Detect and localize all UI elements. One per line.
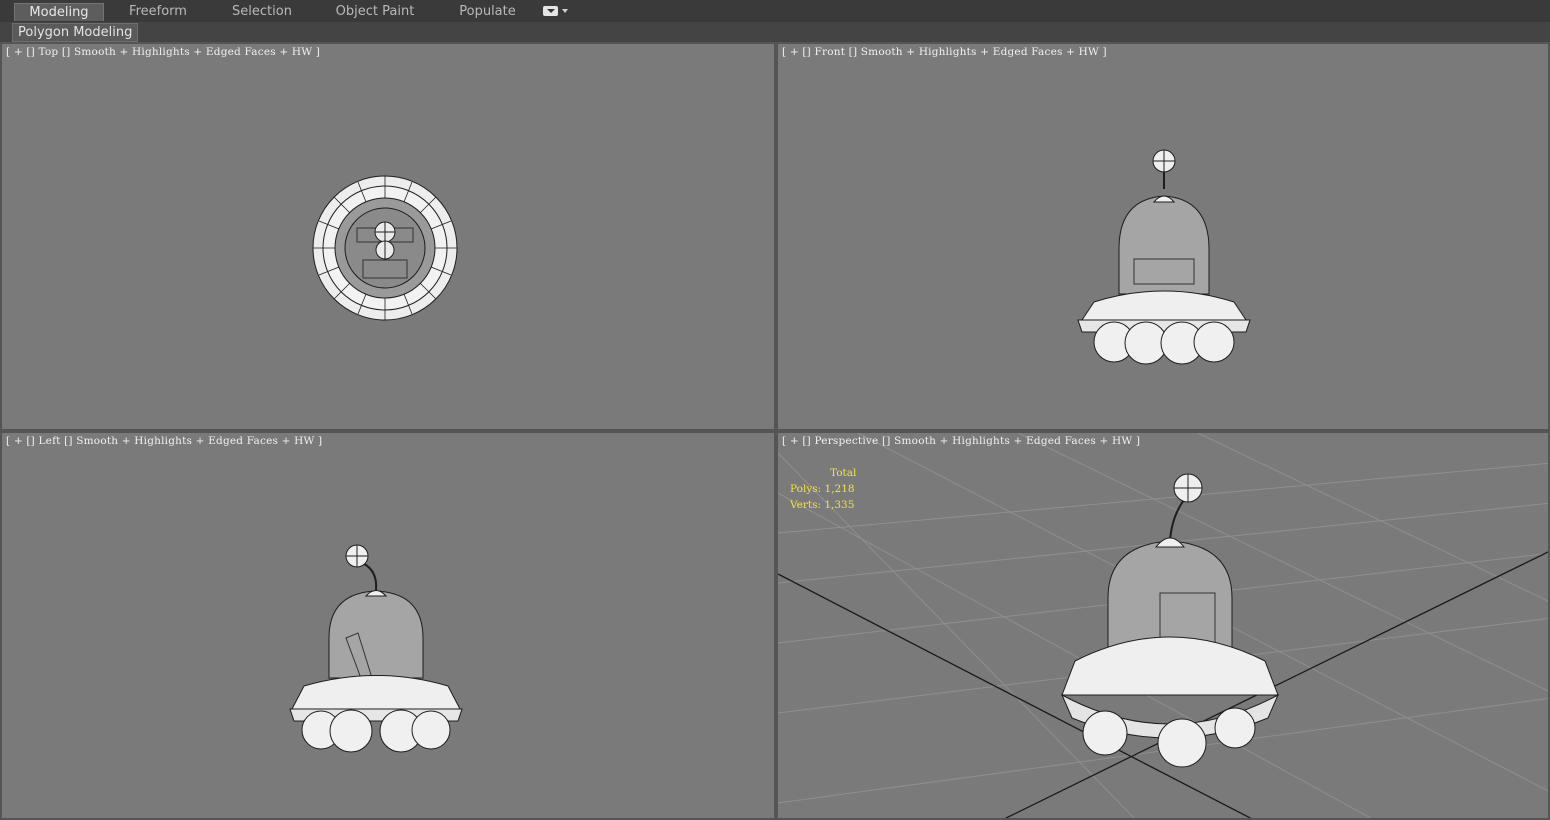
left-view-model — [289, 544, 463, 753]
perspective-view-model — [778, 433, 1548, 818]
viewport-front[interactable]: [ + [] Front [] Smooth + Highlights + Ed… — [776, 42, 1550, 431]
viewport-perspective[interactable]: [ + [] Perspective [] Smooth + Highlight… — [776, 431, 1550, 820]
statistics-overlay: Total Polys: 1,218 Verts: 1,335 — [790, 465, 856, 513]
tab-object-paint[interactable]: Object Paint — [325, 3, 425, 21]
tab-selection[interactable]: Selection — [216, 3, 308, 21]
viewport-left[interactable]: [ + [] Left [] Smooth + Highlights + Edg… — [0, 431, 776, 820]
tab-modeling[interactable]: Modeling — [14, 3, 104, 21]
top-view-model — [312, 175, 458, 321]
ribbon-tab-bar: Modeling Freeform Selection Object Paint… — [0, 0, 1550, 23]
viewport-label-top[interactable]: [ + [] Top [] Smooth + Highlights + Edge… — [6, 46, 320, 58]
viewport-label-front[interactable]: [ + [] Front [] Smooth + Highlights + Ed… — [782, 46, 1107, 58]
viewport-label-left[interactable]: [ + [] Left [] Smooth + Highlights + Edg… — [6, 435, 322, 447]
polygon-modeling-panel-button[interactable]: Polygon Modeling — [12, 23, 139, 42]
tab-freeform[interactable]: Freeform — [112, 3, 204, 21]
ribbon-panel: Polygon Modeling — [0, 22, 1550, 43]
stats-polys: Polys: 1,218 — [790, 483, 855, 495]
tab-populate[interactable]: Populate — [440, 3, 535, 21]
minimize-ribbon-icon — [543, 6, 558, 16]
stats-total-heading: Total — [830, 467, 857, 479]
front-view-model — [1077, 149, 1251, 365]
viewport-label-perspective[interactable]: [ + [] Perspective [] Smooth + Highlight… — [782, 435, 1140, 447]
viewport-top[interactable]: [ + [] Top [] Smooth + Highlights + Edge… — [0, 42, 776, 431]
ribbon-menu-dropdown-button[interactable] — [543, 5, 569, 18]
stats-verts: Verts: 1,335 — [790, 499, 855, 511]
chevron-down-icon — [562, 9, 568, 13]
